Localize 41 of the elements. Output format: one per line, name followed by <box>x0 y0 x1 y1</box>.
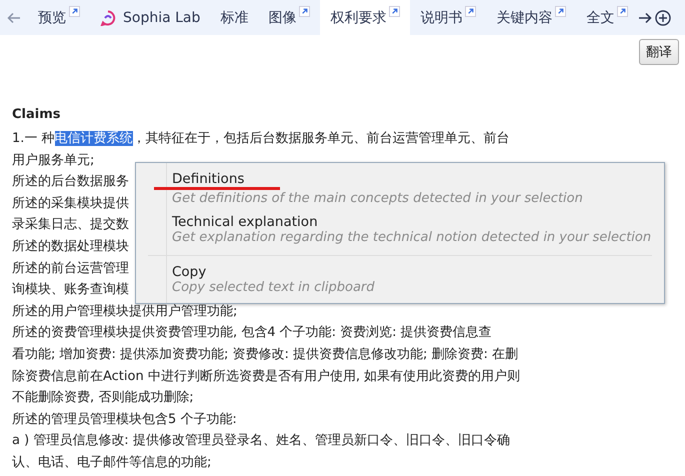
external-link-icon[interactable] <box>389 6 400 17</box>
claim-text-line: 所述的前台运营管理 <box>12 260 129 278</box>
tab[interactable]: 说明书 <box>410 0 486 35</box>
tab[interactable]: 关键内容 <box>486 0 576 35</box>
claim-text-line: 所述的资费管理模块提供资费管理功能, 包含4 个子功能: 资费浏览: 提供资费信息查 <box>12 324 492 342</box>
tab[interactable]: 图像 <box>258 0 320 35</box>
translate-button[interactable]: 翻译 <box>639 39 679 65</box>
claim-text-line: 看功能; 增加资费: 提供添加资费功能; 资费修改: 提供资费信息修改功能; 删除资费: 在删 <box>12 346 518 364</box>
claim-text-line: 所述的管理员管理模块包含5 个子功能: <box>12 410 237 429</box>
menu-item[interactable]: Definitions Get definitions of the main concepts detected in your selection <box>136 167 664 210</box>
forward-arrow-icon[interactable] <box>638 12 652 24</box>
claim-text-line: 录采集日志、提交数 <box>12 216 129 234</box>
section-heading: Claims <box>12 107 62 122</box>
selected-text: 电信计费系统 <box>54 131 133 146</box>
menu-item[interactable]: Technical explanation Get explanation regarding the technical notion detected in your selection <box>136 210 664 249</box>
external-link-icon[interactable] <box>555 6 566 17</box>
external-link-icon[interactable] <box>465 6 476 17</box>
claim-text-line: 所述的后台数据服务 <box>12 173 129 192</box>
external-link-icon[interactable] <box>69 6 80 17</box>
claim-text: 1.一 种 <box>12 131 55 146</box>
claim-text-line: 不能删除资费, 否则能成功删除; <box>12 389 194 408</box>
logo-icon <box>100 10 116 26</box>
claim-text-line: 所述的采集模块提供 <box>12 194 129 213</box>
tab[interactable]: Sophia Lab <box>90 0 210 35</box>
menu-item[interactable]: Copy Copy selected text in clipboard <box>136 260 664 299</box>
tab[interactable]: 预览 <box>28 0 90 35</box>
claim-text-line: 询模块、账务查询模 <box>12 281 129 300</box>
claim-text-line: 认、电话、电子邮件等信息的功能; <box>12 454 212 472</box>
claim-text-line: 除资费信息前在Action 中进行判断所选资费是否有用户使用, 如果有使用此资费的用户则 <box>12 368 520 386</box>
external-link-icon[interactable] <box>299 6 310 17</box>
add-icon[interactable] <box>655 10 672 26</box>
tab[interactable]: 标准 <box>210 0 258 35</box>
claim-text-line: a ) 管理员信息修改: 提供修改管理员登录名、姓名、管理员新口令、旧口令、旧口令确 <box>12 432 510 450</box>
external-link-icon[interactable] <box>617 6 628 17</box>
claim-text-line: 所述的数据处理模块 <box>12 238 129 256</box>
tab[interactable]: 全文 <box>576 0 638 35</box>
claim-text-line: 用户服务单元; <box>12 152 94 170</box>
claim-text-line: 所述的用户管理模块提供用户管理功能; <box>12 302 238 321</box>
back-arrow-icon[interactable] <box>7 12 21 24</box>
claim-text: ，其特征在于，包括后台数据服务单元、前台运营管理单元、前台 <box>132 131 510 146</box>
tab[interactable]: 权利要求 <box>320 0 410 35</box>
